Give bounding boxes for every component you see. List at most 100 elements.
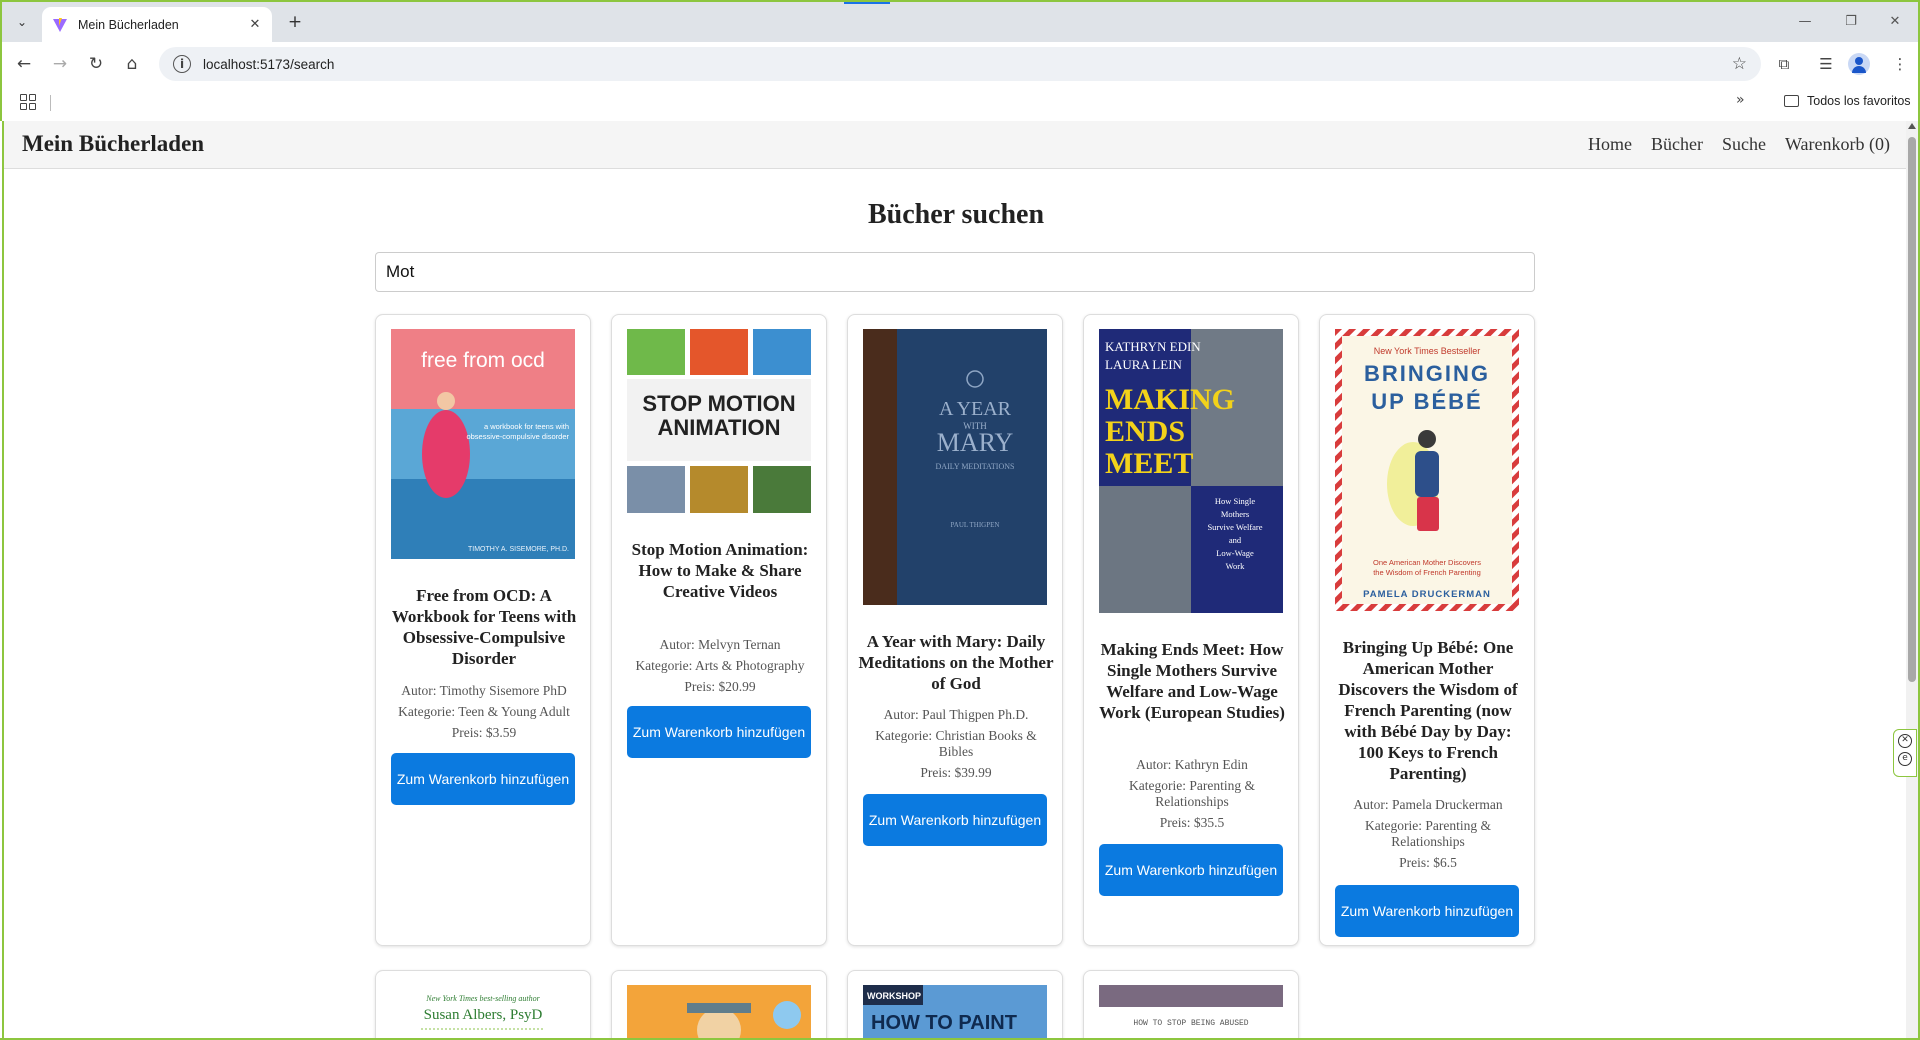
svg-text:KATHRYN EDIN: KATHRYN EDIN — [1105, 339, 1201, 354]
extension-e-icon[interactable]: e — [1898, 752, 1912, 766]
bookmarks-separator — [50, 95, 51, 111]
search-input[interactable] — [375, 252, 1535, 292]
forward-arrow-icon[interactable]: → — [46, 50, 74, 78]
add-to-cart-button[interactable]: Zum Warenkorb hinzufügen — [391, 753, 575, 805]
add-to-cart-button[interactable]: Zum Warenkorb hinzufügen — [1335, 885, 1519, 937]
book-title[interactable]: Making Ends Meet: How Single Mothers Sur… — [1094, 639, 1290, 723]
book-cover[interactable] — [627, 985, 811, 1038]
svg-text:ENDS: ENDS — [1105, 415, 1185, 448]
site-brand[interactable]: Mein Bücherladen — [22, 131, 204, 157]
svg-text:Work: Work — [1226, 561, 1245, 571]
minimize-icon[interactable]: — — [1782, 10, 1828, 34]
tab-bar: ⌄ Mein Bücherladen ✕ + — ❐ ✕ — [2, 2, 1918, 42]
book-card — [611, 970, 827, 1038]
svg-text:a workbook for teens with: a workbook for teens with — [484, 422, 569, 431]
nav-search[interactable]: Suche — [1722, 134, 1766, 155]
book-author: Autor: Kathryn Edin — [1136, 757, 1248, 772]
book-card: HOW TO STOP BEING ABUSED — [1083, 970, 1299, 1038]
site-navbar: Mein Bücherladen Home Bücher Suche Waren… — [4, 121, 1906, 169]
profile-avatar-icon[interactable] — [1848, 53, 1870, 75]
back-arrow-icon[interactable]: ← — [10, 50, 38, 78]
book-category: Kategorie: Christian Books & Bibles — [875, 728, 1037, 759]
page-scrollbar[interactable] — [1906, 121, 1918, 1038]
svg-text:the Wisdom of French Parenting: the Wisdom of French Parenting — [1373, 568, 1481, 577]
book-price: Preis: $20.99 — [684, 679, 756, 694]
book-cover[interactable]: KATHRYN EDIN LAURA LEIN MAKING ENDS MEET… — [1099, 329, 1283, 613]
book-price: Preis: $3.59 — [451, 725, 517, 740]
book-cover[interactable]: STOP MOTION ANIMATION — [627, 329, 811, 513]
svg-text:One American Mother Discovers: One American Mother Discovers — [1373, 558, 1481, 567]
book-author: Autor: Paul Thigpen Ph.D. — [883, 707, 1029, 722]
folder-icon — [1784, 95, 1799, 107]
book-card: KATHRYN EDIN LAURA LEIN MAKING ENDS MEET… — [1083, 314, 1299, 946]
book-title[interactable]: Stop Motion Animation: How to Make & Sha… — [622, 539, 818, 602]
close-circle-icon[interactable]: ✕ — [1898, 734, 1912, 748]
book-cover[interactable]: HOW TO STOP BEING ABUSED — [1099, 985, 1283, 1038]
book-card: New York Times Bestseller BRINGING UP BÉ… — [1319, 314, 1535, 946]
book-cover[interactable]: free from ocd a workbook for teens with … — [391, 329, 575, 559]
cover-title: BRINGING — [1364, 361, 1490, 386]
restore-icon[interactable]: ❐ — [1828, 10, 1874, 34]
book-card: New York Times best-selling author Susan… — [375, 970, 591, 1038]
book-title[interactable]: A Year with Mary: Daily Meditations on t… — [858, 631, 1054, 694]
reload-icon[interactable]: ↻ — [82, 50, 110, 78]
bookmark-star-icon[interactable]: ☆ — [1732, 54, 1747, 74]
add-to-cart-button[interactable]: Zum Warenkorb hinzufügen — [863, 794, 1047, 846]
svg-text:New York Times best-selling au: New York Times best-selling author — [425, 994, 540, 1003]
browser-toolbar: ← → ↻ ⌂ i localhost:5173/search ☆ ⧉ ☰ ⋮ — [2, 42, 1918, 86]
svg-text:HOW TO PAINT: HOW TO PAINT — [871, 1012, 1017, 1034]
book-author: Autor: Pamela Druckerman — [1353, 797, 1503, 812]
cover-title: MAKING — [1105, 383, 1235, 416]
add-to-cart-button[interactable]: Zum Warenkorb hinzufügen — [1099, 844, 1283, 896]
vite-favicon-icon — [53, 17, 67, 32]
side-extension-widget[interactable]: ✕ e — [1893, 729, 1917, 777]
svg-text:New York Times Bestseller: New York Times Bestseller — [1374, 346, 1481, 356]
book-title[interactable]: Bringing Up Bébé: One American Mother Di… — [1330, 637, 1526, 784]
kebab-menu-icon[interactable]: ⋮ — [1886, 50, 1914, 78]
window-close-icon[interactable]: ✕ — [1872, 10, 1918, 34]
book-cover[interactable]: A YEAR WITH MARY DAILY MEDITATIONS PAUL … — [863, 329, 1047, 605]
extensions-puzzle-icon[interactable]: ⧉ — [1770, 50, 1798, 78]
svg-text:DAILY MEDITATIONS: DAILY MEDITATIONS — [936, 462, 1015, 471]
svg-text:MARY: MARY — [937, 428, 1014, 457]
book-card: A YEAR WITH MARY DAILY MEDITATIONS PAUL … — [847, 314, 1063, 946]
media-queue-icon[interactable]: ☰ — [1812, 50, 1840, 78]
nav-home[interactable]: Home — [1588, 134, 1632, 155]
svg-text:How Single: How Single — [1215, 496, 1256, 506]
site-info-icon[interactable]: i — [173, 55, 191, 73]
bookmarks-overflow-icon[interactable]: » — [1736, 92, 1745, 108]
svg-text:Survive Welfare: Survive Welfare — [1207, 522, 1262, 532]
nav-books[interactable]: Bücher — [1651, 134, 1703, 155]
svg-text:UP BÉBÉ: UP BÉBÉ — [1371, 389, 1482, 414]
scroll-up-arrow-icon[interactable] — [1908, 123, 1916, 129]
svg-text:LAURA LEIN: LAURA LEIN — [1105, 357, 1183, 372]
svg-text:Susan Albers, PsyD: Susan Albers, PsyD — [424, 1007, 543, 1023]
book-category: Kategorie: Arts & Photography — [635, 658, 805, 673]
nav-cart[interactable]: Warenkorb (0) — [1785, 134, 1890, 155]
url-text[interactable]: localhost:5173/search — [203, 57, 1732, 72]
book-cover[interactable]: WORKSHOP HOW TO PAINT — [863, 985, 1047, 1038]
browser-tab[interactable]: Mein Bücherladen ✕ — [42, 7, 272, 42]
add-to-cart-button[interactable]: Zum Warenkorb hinzufügen — [627, 706, 811, 758]
svg-text:PAUL THIGPEN: PAUL THIGPEN — [951, 521, 1000, 529]
svg-text:ANIMATION: ANIMATION — [657, 415, 780, 440]
book-category: Kategorie: Parenting & Relationships — [1365, 818, 1491, 849]
address-bar[interactable]: i localhost:5173/search ☆ — [159, 47, 1761, 81]
apps-grid-icon[interactable] — [20, 94, 36, 110]
scrollbar-thumb[interactable] — [1908, 137, 1916, 682]
book-title[interactable]: Free from OCD: A Workbook for Teens with… — [386, 585, 582, 669]
book-cover[interactable]: New York Times best-selling author Susan… — [391, 985, 575, 1038]
book-card: STOP MOTION ANIMATION Stop Motion Animat… — [611, 314, 827, 946]
all-bookmarks-folder[interactable]: Todos los favoritos — [1784, 94, 1911, 108]
svg-text:obsessive-compulsive disorder: obsessive-compulsive disorder — [466, 432, 569, 441]
book-category: Kategorie: Teen & Young Adult — [398, 704, 570, 719]
book-author: Autor: Melvyn Ternan — [659, 637, 781, 652]
site-nav-links: Home Bücher Suche Warenkorb (0) — [1588, 134, 1890, 155]
book-cover[interactable]: New York Times Bestseller BRINGING UP BÉ… — [1335, 329, 1519, 611]
tab-search-chevron-icon[interactable]: ⌄ — [10, 10, 34, 34]
tab-strip-accent — [844, 2, 890, 4]
book-author: Autor: Timothy Sisemore PhD — [401, 683, 567, 698]
tab-close-icon[interactable]: ✕ — [244, 17, 266, 32]
new-tab-plus-icon[interactable]: + — [284, 11, 306, 33]
home-icon[interactable]: ⌂ — [118, 50, 146, 78]
